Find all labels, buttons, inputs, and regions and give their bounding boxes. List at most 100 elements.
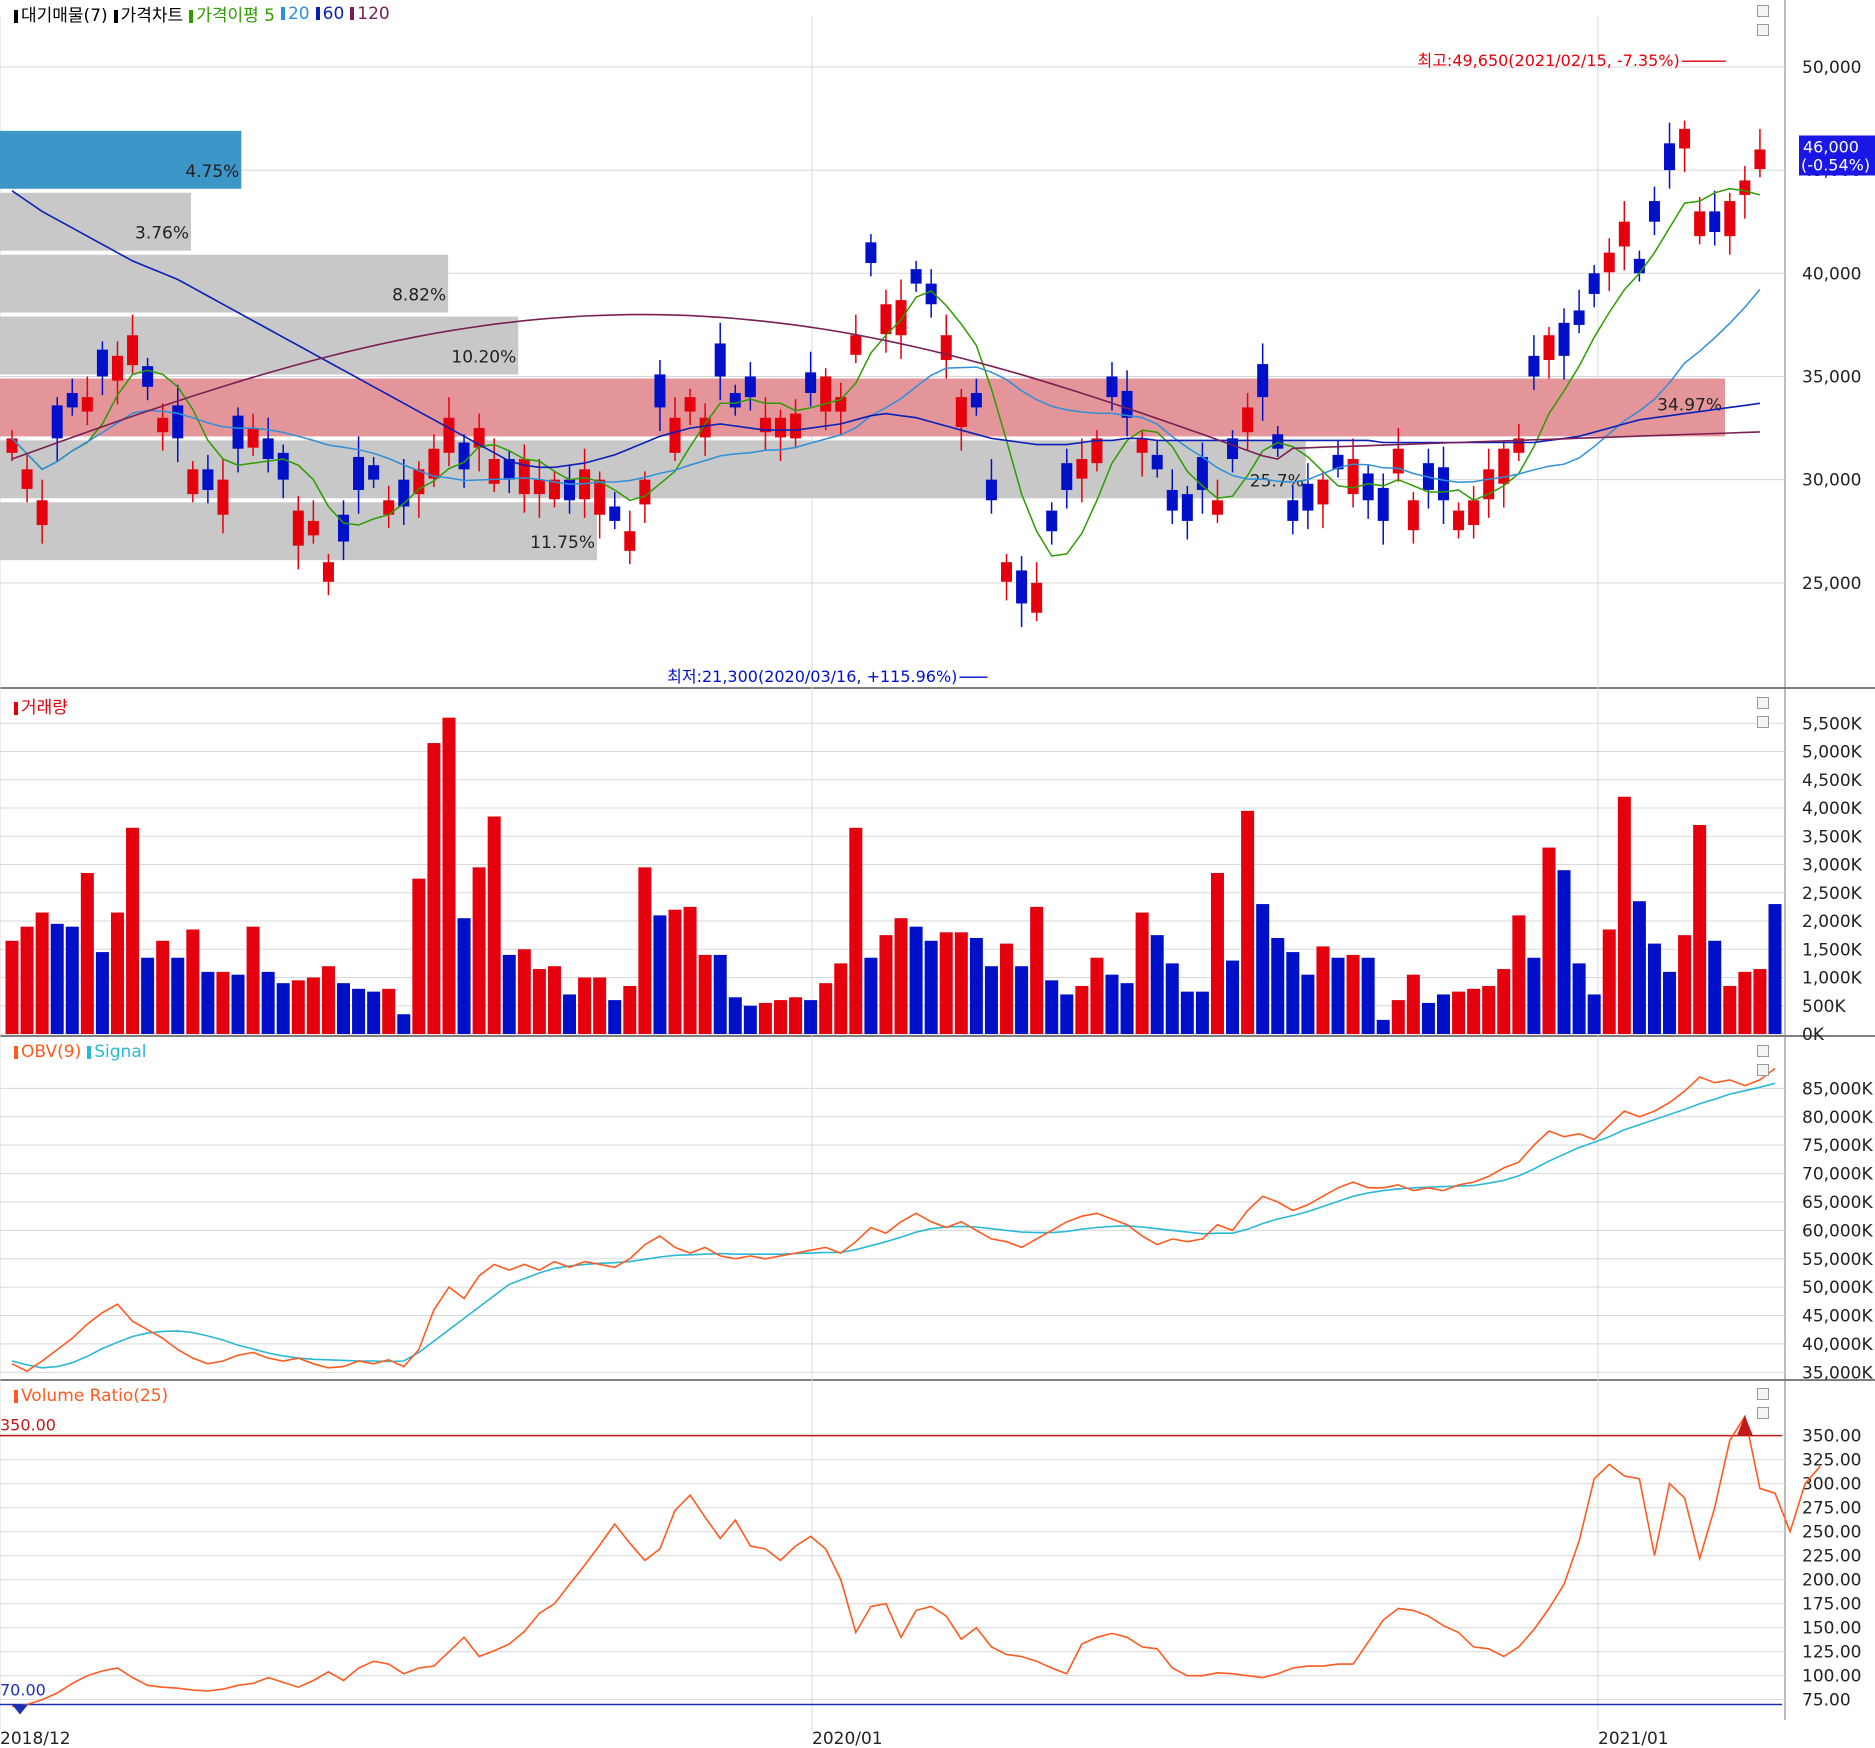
candle-down: [1528, 355, 1540, 377]
volume-profile-label: 3.76%: [135, 224, 189, 244]
volume-bar-up: [1135, 912, 1149, 1034]
candle-up: [217, 479, 229, 515]
volume-bar-down: [1436, 994, 1450, 1034]
minimize-icon[interactable]: [1757, 5, 1769, 17]
minimize-icon[interactable]: [1757, 1045, 1769, 1057]
candle-down: [564, 479, 576, 501]
volume-tick-label: 2,500K: [1802, 884, 1863, 904]
volume-tick-label: 1,500K: [1802, 940, 1863, 960]
obv-tick-label: 75,000K: [1802, 1136, 1873, 1156]
volume-bar-up: [216, 971, 230, 1034]
candle-down: [805, 372, 817, 393]
volume-bar-up: [578, 977, 592, 1034]
candle-down: [96, 349, 108, 377]
stock-chart-canvas[interactable]: 50,00045,00040,00035,00030,00025,0004.75…: [0, 0, 1875, 1748]
volume-bar-up: [1693, 824, 1707, 1034]
candle-down: [970, 392, 982, 408]
volume-profile-bar: [0, 378, 1725, 437]
legend-volume-ratio[interactable]: Volume Ratio(25): [14, 1386, 168, 1406]
candle-up: [594, 479, 606, 515]
x-tick-label: 2020/01: [812, 1729, 883, 1748]
volume-bar-up: [1075, 985, 1089, 1034]
candle-up: [895, 300, 907, 336]
vr-legend: Volume Ratio(25): [14, 1386, 168, 1406]
candle-up: [6, 438, 18, 453]
close-icon[interactable]: [1757, 24, 1769, 36]
legend-signal[interactable]: Signal: [87, 1042, 146, 1062]
candle-down: [66, 392, 78, 408]
candle-down: [1166, 489, 1178, 511]
volume-bar-up: [1030, 906, 1044, 1034]
volume-bar-up: [5, 940, 19, 1034]
volume-pane-controls[interactable]: [1757, 694, 1783, 728]
volume-bar-down: [713, 954, 727, 1034]
close-icon[interactable]: [1757, 716, 1769, 728]
minimize-icon[interactable]: [1757, 697, 1769, 709]
volume-bar-down: [864, 957, 878, 1034]
candle-down: [1362, 473, 1374, 501]
volume-bar-up: [894, 918, 908, 1034]
volume-profile-bar: [0, 316, 519, 375]
volume-bar-down: [804, 1000, 818, 1034]
price-pane-controls[interactable]: [1757, 2, 1783, 36]
vr-upper-label: 350.00: [0, 1416, 56, 1435]
candle-down: [353, 456, 365, 490]
current-price-label: 46,000: [1803, 137, 1859, 156]
legend-ma120[interactable]: 120: [350, 4, 390, 24]
obv-tick-label: 60,000K: [1802, 1221, 1873, 1241]
candle-up: [1031, 582, 1043, 613]
candle-down: [1227, 438, 1239, 460]
volume-bar-up: [156, 940, 170, 1034]
vr-tick-label: 150.00: [1802, 1619, 1861, 1639]
candle-up: [1317, 479, 1329, 505]
obv-tick-label: 40,000K: [1802, 1335, 1873, 1355]
candle-up: [790, 413, 802, 439]
volume-bar-down: [1195, 991, 1209, 1034]
candle-down: [142, 366, 154, 387]
minimize-icon[interactable]: [1757, 1388, 1769, 1400]
current-change-label: (-0.54%): [1801, 155, 1870, 174]
volume-bar-down: [352, 988, 366, 1034]
volume-bar-down: [1572, 963, 1586, 1034]
volume-bar-down: [1421, 1002, 1435, 1034]
legend-volume-profile[interactable]: 대기매물(7): [14, 1, 108, 26]
volume-bar-up: [1316, 946, 1330, 1034]
obv-pane-controls[interactable]: [1757, 1042, 1783, 1076]
close-icon[interactable]: [1757, 1407, 1769, 1419]
volume-tick-label: 4,500K: [1802, 771, 1863, 791]
obv-tick-label: 45,000K: [1802, 1307, 1873, 1327]
legend-volume[interactable]: 거래량: [14, 693, 68, 718]
close-icon[interactable]: [1757, 1064, 1769, 1076]
candle-up: [1739, 180, 1751, 195]
volume-bar-down: [1120, 983, 1134, 1034]
volume-bar-down: [1150, 935, 1164, 1034]
candle-up: [36, 500, 48, 526]
candle-up: [1091, 438, 1103, 464]
volume-bar-down: [1768, 904, 1782, 1034]
volume-bar-down: [1301, 974, 1315, 1034]
vr-pane-controls[interactable]: [1757, 1385, 1783, 1419]
volume-bar-up: [80, 873, 94, 1034]
vr-tick-label: 75.00: [1802, 1691, 1851, 1711]
obv-tick-label: 65,000K: [1802, 1193, 1873, 1213]
volume-bar-up: [246, 926, 260, 1034]
candle-up: [322, 562, 334, 582]
candle-down: [985, 479, 997, 501]
candle-up: [127, 335, 139, 366]
legend-ma60[interactable]: 60: [315, 4, 344, 24]
candle-down: [1016, 570, 1028, 604]
candle-up: [21, 469, 33, 489]
candle-up: [292, 510, 304, 546]
legend-obv[interactable]: OBV(9): [14, 1042, 81, 1062]
candle-up: [880, 304, 892, 335]
volume-bar-down: [397, 1014, 411, 1034]
volume-bar-up: [834, 963, 848, 1034]
candle-down: [1588, 273, 1600, 294]
legend-ma5[interactable]: 가격이평 5: [189, 1, 275, 26]
candle-up: [247, 428, 259, 448]
candle-down: [1121, 390, 1133, 418]
legend-ma20[interactable]: 20: [280, 4, 310, 24]
vr-lower-label: 70.00: [0, 1680, 46, 1699]
legend-price-chart[interactable]: 가격차트: [113, 1, 183, 26]
candle-up: [955, 397, 967, 428]
